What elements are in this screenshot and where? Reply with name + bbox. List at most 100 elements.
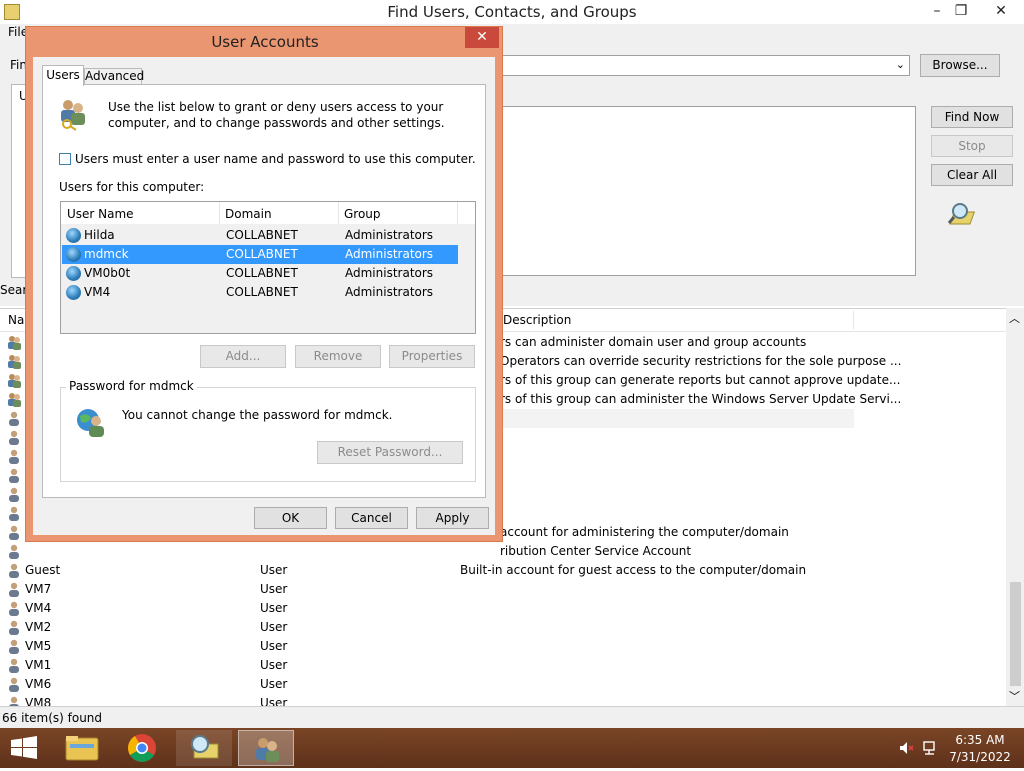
col-group[interactable]: Group bbox=[344, 207, 381, 221]
user-icon bbox=[7, 639, 21, 654]
users-listview[interactable]: User Name Domain Group Hilda COLLABNET Adm… bbox=[60, 201, 476, 334]
user-icon bbox=[7, 449, 21, 464]
group-icon bbox=[7, 335, 21, 350]
col-user-name[interactable]: User Name bbox=[67, 207, 134, 221]
description-cell: Built-in account for guest access to the… bbox=[460, 563, 807, 577]
user-row[interactable]: VM4 COLLABNET Administrators bbox=[62, 283, 458, 302]
search-criteria-box bbox=[500, 106, 916, 276]
tab-advanced[interactable]: Advanced bbox=[84, 68, 144, 85]
user-icon bbox=[7, 487, 21, 502]
reset-password-button[interactable]: Reset Password... bbox=[317, 441, 463, 464]
description-cell: account for administering the computer/d… bbox=[500, 525, 789, 539]
apply-button[interactable]: Apply bbox=[416, 507, 489, 529]
user-globe-icon bbox=[66, 247, 81, 262]
password-groupbox: Password for mdmck You cannot change the… bbox=[60, 379, 476, 482]
clock-time[interactable]: 6:35 AM bbox=[952, 733, 1008, 747]
table-row[interactable]: VM2 User bbox=[0, 618, 1006, 637]
taskbar-user-accounts[interactable] bbox=[238, 730, 294, 766]
require-login-label[interactable]: Users must enter a user name and passwor… bbox=[75, 152, 476, 166]
name-cell: VM7 bbox=[25, 582, 52, 596]
type-cell: User bbox=[260, 620, 288, 634]
group-cell: Administrators bbox=[345, 285, 434, 299]
type-cell: User bbox=[260, 658, 288, 672]
row-highlight bbox=[500, 409, 854, 428]
user-icon bbox=[7, 582, 21, 597]
network-icon[interactable] bbox=[922, 740, 938, 756]
user-row[interactable]: Hilda COLLABNET Administrators bbox=[62, 226, 458, 245]
col-header-description[interactable]: Description bbox=[503, 313, 853, 327]
description-cell: rs of this group can generate reports bu… bbox=[500, 373, 901, 387]
folder-icon bbox=[65, 736, 99, 761]
user-icon bbox=[7, 544, 21, 559]
name-cell: VM6 bbox=[25, 677, 52, 691]
close-button[interactable]: ✕ bbox=[982, 0, 1020, 22]
main-title-bar: Find Users, Contacts, and Groups – ❐ ✕ bbox=[0, 0, 1024, 24]
table-row[interactable]: VM6 User bbox=[0, 675, 1006, 694]
find-now-button[interactable]: Find Now bbox=[931, 106, 1013, 128]
user-name-cell: VM4 bbox=[84, 285, 111, 299]
clear-all-button[interactable]: Clear All bbox=[931, 164, 1013, 186]
scroll-thumb[interactable] bbox=[1010, 582, 1021, 686]
table-row[interactable]: VM5 User bbox=[0, 637, 1006, 656]
domain-cell: COLLABNET bbox=[226, 266, 298, 280]
user-icon bbox=[7, 468, 21, 483]
speaker-muted-icon[interactable] bbox=[898, 740, 914, 756]
table-row[interactable]: VM1 User bbox=[0, 656, 1006, 675]
maximize-button[interactable]: ❐ bbox=[946, 0, 976, 22]
status-bar: 66 item(s) found bbox=[0, 706, 1024, 729]
tab-users[interactable]: Users bbox=[42, 65, 84, 86]
type-cell: User bbox=[260, 582, 288, 596]
col-domain[interactable]: Domain bbox=[225, 207, 272, 221]
user-globe-icon bbox=[66, 285, 81, 300]
domain-cell: COLLABNET bbox=[226, 228, 298, 242]
name-cell: VM4 bbox=[25, 601, 52, 615]
main-window-title: Find Users, Contacts, and Groups bbox=[387, 3, 637, 21]
taskbar-chrome[interactable] bbox=[114, 730, 170, 766]
table-row[interactable]: VM7 User bbox=[0, 580, 1006, 599]
ok-button[interactable]: OK bbox=[254, 507, 327, 529]
user-icon bbox=[7, 620, 21, 635]
require-login-checkbox[interactable] bbox=[59, 153, 71, 165]
scroll-down-arrow[interactable]: ﹀ bbox=[1009, 688, 1020, 704]
user-icon bbox=[7, 601, 21, 616]
properties-button[interactable]: Properties bbox=[389, 345, 475, 368]
stop-button[interactable]: Stop bbox=[931, 135, 1013, 157]
user-name-cell: VM0b0t bbox=[84, 266, 131, 280]
table-row[interactable]: ribution Center Service Account bbox=[0, 542, 1006, 561]
taskbar-find-users[interactable] bbox=[176, 730, 232, 766]
users-tab-panel: Use the list below to grant or deny user… bbox=[42, 84, 486, 498]
description-cell: ribution Center Service Account bbox=[500, 544, 692, 558]
password-info-text: You cannot change the password for mdmck… bbox=[122, 408, 393, 422]
start-button[interactable] bbox=[0, 728, 48, 768]
domain-cell: COLLABNET bbox=[226, 285, 298, 299]
name-cell: VM2 bbox=[25, 620, 52, 634]
clock-date[interactable]: 7/31/2022 bbox=[948, 750, 1012, 764]
user-row[interactable]: VM0b0t COLLABNET Administrators bbox=[62, 264, 458, 283]
group-icon bbox=[7, 373, 21, 388]
add-user-button[interactable]: Add... bbox=[200, 345, 286, 368]
taskbar: 6:35 AM 7/31/2022 bbox=[0, 728, 1024, 768]
browse-button[interactable]: Browse... bbox=[920, 54, 1000, 77]
col-divider bbox=[219, 202, 220, 224]
group-cell: Administrators bbox=[345, 247, 434, 261]
remove-user-button[interactable]: Remove bbox=[295, 345, 381, 368]
scroll-up-arrow[interactable]: ︿ bbox=[1009, 310, 1020, 326]
table-row[interactable]: Guest User Built-in account for guest acce… bbox=[0, 561, 1006, 580]
dialog-close-button[interactable]: ✕ bbox=[465, 27, 499, 48]
cancel-button[interactable]: Cancel bbox=[335, 507, 408, 529]
user-row[interactable]: mdmck COLLABNET Administrators bbox=[62, 245, 458, 264]
user-icon bbox=[7, 430, 21, 445]
user-icon bbox=[7, 563, 21, 578]
find-in-dropdown[interactable]: ⌄ bbox=[500, 55, 910, 76]
group-cell: Administrators bbox=[345, 266, 434, 280]
taskbar-file-explorer[interactable] bbox=[54, 730, 110, 766]
item-count: 66 item(s) found bbox=[2, 711, 103, 725]
chevron-down-icon: ⌄ bbox=[895, 58, 905, 71]
col-divider bbox=[338, 202, 339, 224]
col-divider bbox=[853, 311, 854, 329]
user-icon bbox=[7, 677, 21, 692]
results-scrollbar[interactable]: ︿ ﹀ bbox=[1006, 308, 1024, 706]
table-row[interactable]: VM4 User bbox=[0, 599, 1006, 618]
password-group-label: Password for mdmck bbox=[66, 379, 197, 393]
dialog-title: User Accounts bbox=[211, 33, 319, 51]
